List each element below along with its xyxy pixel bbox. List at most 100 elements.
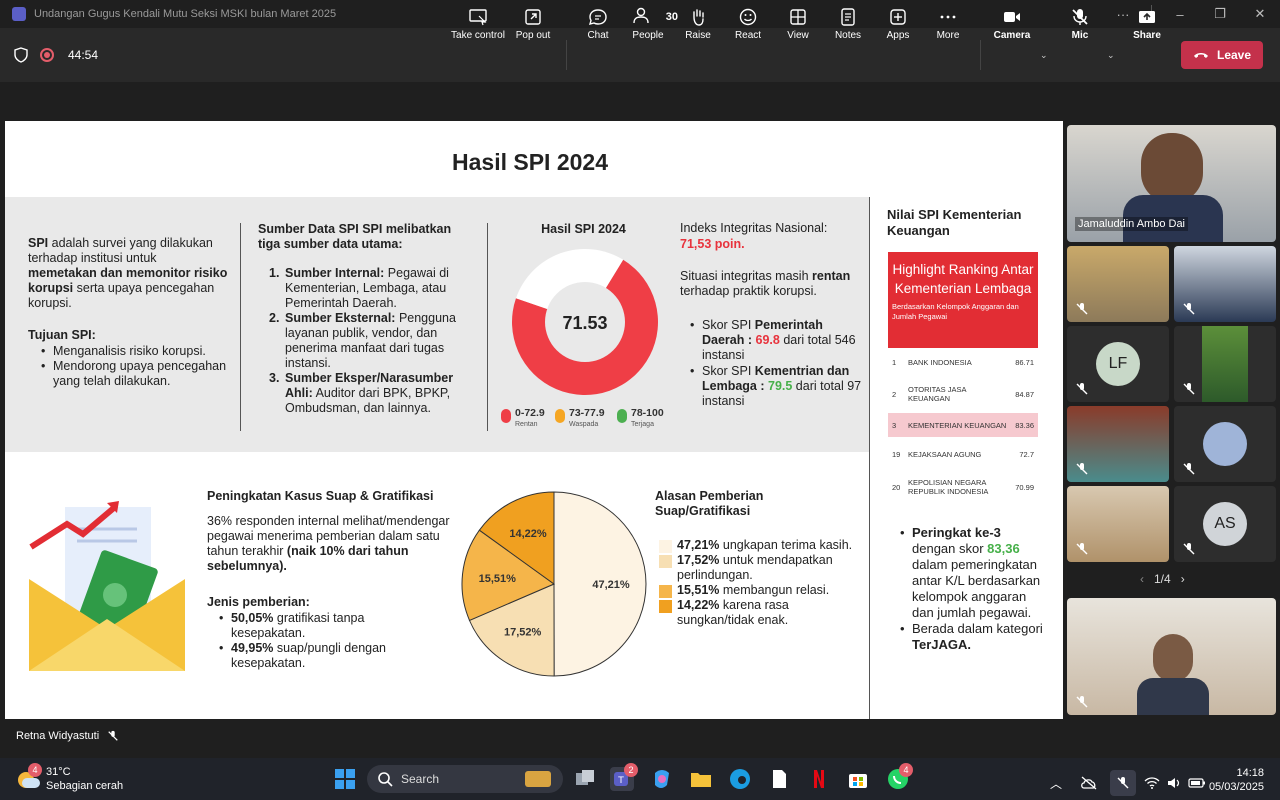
skor-item: Skor SPI Pemerintah Daerah : 69.8 dari t… bbox=[688, 318, 863, 363]
camera-button[interactable]: Camera bbox=[982, 8, 1042, 48]
legend-waspada: 73-77.9 Waspada bbox=[555, 408, 605, 430]
side-panel-title: Nilai SPI Kementerian Keuangan bbox=[887, 207, 1022, 238]
rank-box-title: Highlight Ranking Antar Kementerian Lemb… bbox=[892, 262, 1034, 296]
recording-icon bbox=[40, 48, 54, 62]
spi-term: SPI bbox=[28, 236, 49, 250]
wifi-icon[interactable] bbox=[1144, 776, 1160, 790]
file-explorer-icon[interactable] bbox=[689, 767, 713, 791]
participant-video[interactable] bbox=[1067, 486, 1169, 562]
mic-button[interactable]: Mic bbox=[1050, 8, 1110, 48]
rank-value: 83.36 bbox=[1015, 420, 1034, 430]
teams-badge: 2 bbox=[624, 763, 638, 777]
jenis-pct: 49,95% bbox=[231, 641, 274, 655]
grid-icon bbox=[790, 9, 806, 25]
alasan-text: ungkapan terima kasih. bbox=[719, 538, 853, 552]
situasi-t1: Situasi integritas masih bbox=[680, 269, 813, 283]
mic-off-icon bbox=[1183, 303, 1195, 315]
mic-options-chevron-icon[interactable]: ⌄ bbox=[1107, 50, 1115, 61]
leave-button[interactable]: Leave bbox=[1181, 41, 1263, 69]
participant-tile[interactable]: AS bbox=[1174, 486, 1276, 562]
participant-video[interactable] bbox=[1067, 246, 1169, 322]
column-divider bbox=[240, 223, 241, 431]
participant-video-self[interactable] bbox=[1067, 598, 1276, 715]
participant-video[interactable] bbox=[1174, 326, 1276, 402]
mic-label: Mic bbox=[1071, 30, 1089, 41]
store-icon[interactable] bbox=[846, 767, 870, 791]
participant-video[interactable] bbox=[1067, 406, 1169, 482]
alasan-swatch bbox=[659, 585, 672, 598]
copilot-icon[interactable] bbox=[650, 767, 674, 791]
sumber-item: 1. Sumber Internal: Pegawai di Kementeria… bbox=[269, 266, 479, 311]
volume-icon[interactable] bbox=[1166, 776, 1182, 790]
search-label: Search bbox=[401, 772, 440, 786]
share-screen-icon bbox=[1139, 11, 1155, 23]
show-hidden-icons-chevron-icon[interactable]: ︿ bbox=[1050, 775, 1062, 792]
edge-browser-icon[interactable] bbox=[728, 767, 752, 791]
weather-widget[interactable]: 4 31°C Sebagian cerah bbox=[16, 763, 123, 793]
rank-name: KEPOLISIAN NEGARA REPUBLIK INDONESIA bbox=[908, 478, 989, 496]
envelope-money-illustration bbox=[29, 501, 185, 671]
take-control-button[interactable]: Take control bbox=[448, 8, 508, 48]
system-clock[interactable]: 14:18 05/03/2025 bbox=[1209, 766, 1264, 794]
camera-options-chevron-icon[interactable]: ⌄ bbox=[1040, 50, 1048, 61]
rank-number: 3 bbox=[892, 420, 897, 430]
netflix-icon[interactable] bbox=[807, 767, 831, 791]
mic-off-icon bbox=[1076, 543, 1088, 555]
pie-slice-label: 47,21% bbox=[592, 579, 630, 591]
people-label: People bbox=[632, 30, 664, 41]
rank-number: 1 bbox=[892, 357, 897, 367]
peringkat-item: Peringkat ke-3 dengan skor 83,36 dalam p… bbox=[898, 525, 1046, 621]
raise-label: Raise bbox=[685, 30, 711, 41]
ranking-row: 1 BANK INDONESIA 86.71 bbox=[888, 351, 1038, 373]
shield-icon bbox=[14, 47, 28, 63]
maximize-button[interactable]: ❐ bbox=[1200, 6, 1240, 22]
apps-label: Apps bbox=[886, 30, 910, 41]
indeks-value: 71,53 poin. bbox=[680, 237, 745, 251]
more-label: More bbox=[936, 30, 960, 41]
participant-avatar-photo bbox=[1203, 422, 1247, 466]
sumber-head: Sumber Internal: bbox=[285, 266, 385, 280]
participant-avatar: LF bbox=[1096, 342, 1140, 386]
taskbar-search[interactable]: Search bbox=[367, 765, 563, 793]
peringkat-bold: Peringkat ke-3 bbox=[912, 525, 1001, 540]
next-page-chevron-icon[interactable]: › bbox=[1181, 572, 1185, 586]
participant-video-frame bbox=[1202, 326, 1248, 402]
share-button[interactable]: Share bbox=[1117, 8, 1177, 48]
more-dots-icon bbox=[940, 15, 956, 19]
situasi-bold: rentan bbox=[812, 269, 851, 283]
rank-value: 72.7 bbox=[1019, 449, 1034, 459]
window-title: Undangan Gugus Kendali Mutu Seksi MSKI b… bbox=[34, 8, 337, 20]
kasus-text: 36% responden internal melihat/mendengar… bbox=[207, 514, 457, 574]
legend-terjaga: 78-100 Terjaga bbox=[617, 408, 664, 430]
presenter-name-tag: Retna Widyastuti bbox=[10, 727, 126, 745]
participant-pager: ‹ 1/4 › bbox=[1140, 572, 1185, 586]
mic-off-icon bbox=[1076, 696, 1088, 708]
document-icon[interactable] bbox=[767, 767, 791, 791]
indeks-label: Indeks Integritas Nasional: bbox=[680, 221, 828, 235]
participant-face bbox=[1141, 133, 1203, 203]
onedrive-off-icon[interactable] bbox=[1080, 776, 1098, 790]
participant-tile[interactable]: LF bbox=[1067, 326, 1169, 402]
task-view-icon[interactable] bbox=[573, 767, 597, 791]
ranking-row: 2 OTORITAS JASA KEUANGAN 84.87 bbox=[888, 380, 1038, 408]
legend-rentan: 0-72.9 Rentan bbox=[501, 408, 545, 430]
skor-t1: Skor SPI bbox=[702, 318, 755, 332]
participant-tile[interactable] bbox=[1174, 406, 1276, 482]
mic-muted-tray[interactable] bbox=[1110, 770, 1137, 796]
page-indicator: 1/4 bbox=[1154, 572, 1171, 586]
prev-page-chevron-icon[interactable]: ‹ bbox=[1140, 572, 1144, 586]
rank-box-subtitle: Berdasarkan Kelompok Anggaran dan Jumlah… bbox=[892, 302, 1019, 321]
mic-off-icon bbox=[1183, 383, 1195, 395]
close-button[interactable]: ✕ bbox=[1240, 6, 1280, 22]
tujuan-item: Mendorong upaya pencegahan yang telah di… bbox=[39, 359, 239, 389]
rank-name: BANK INDONESIA bbox=[908, 357, 972, 367]
windows-start-icon[interactable] bbox=[333, 767, 357, 791]
participant-video[interactable] bbox=[1174, 246, 1276, 322]
more-button[interactable]: More bbox=[918, 8, 978, 48]
battery-icon[interactable] bbox=[1188, 777, 1206, 789]
camera-label: Camera bbox=[993, 30, 1031, 41]
smiley-icon bbox=[739, 8, 757, 26]
pop-out-button[interactable]: Pop out bbox=[503, 8, 563, 48]
raise-hand-icon bbox=[693, 9, 704, 26]
tujuan-item: Menganalisis risiko korupsi. bbox=[39, 344, 239, 359]
